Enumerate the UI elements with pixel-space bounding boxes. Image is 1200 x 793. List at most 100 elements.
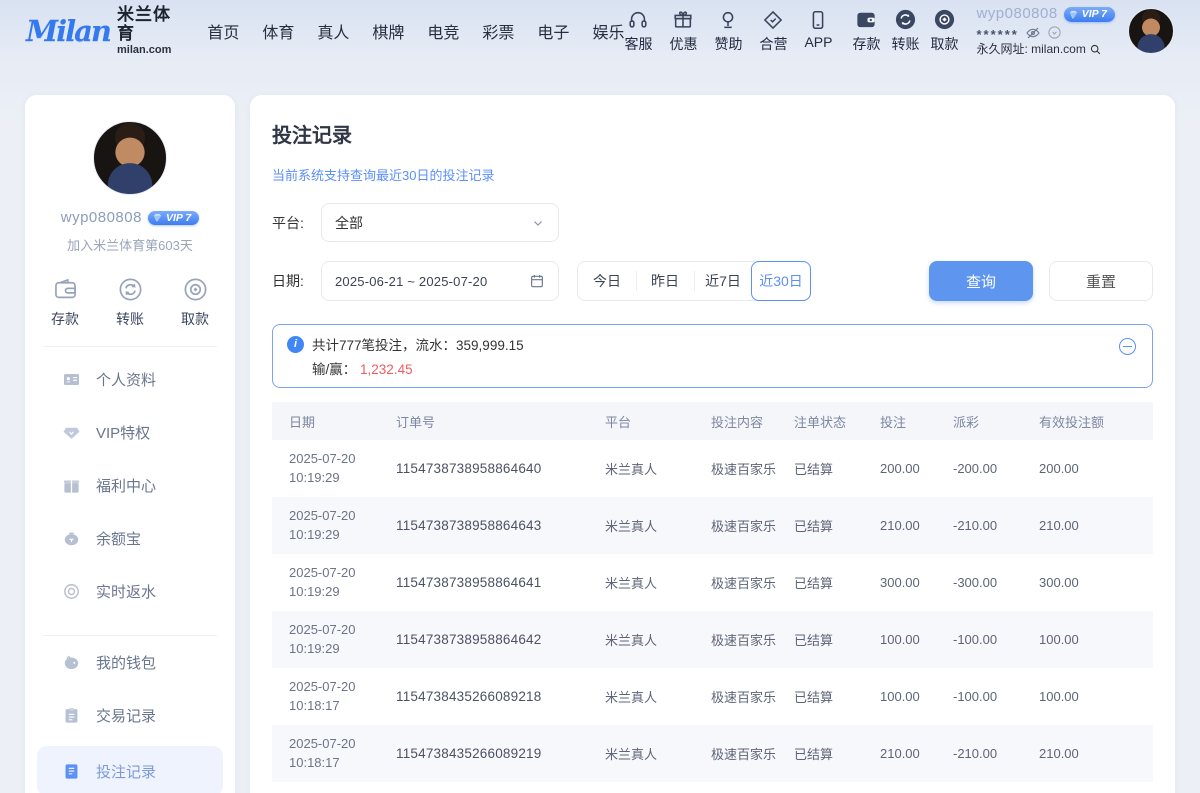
sidebar-item-vip[interactable]: VIP特权	[25, 406, 235, 459]
reset-button[interactable]: 重置	[1049, 261, 1153, 301]
nav-item[interactable]: 体育	[262, 19, 294, 43]
partner-icon	[762, 8, 784, 31]
withdraw-icon	[182, 276, 209, 303]
nav-item[interactable]: 棋牌	[372, 19, 404, 43]
sidebar-item-rebate[interactable]: 实时返水	[25, 565, 235, 618]
username: wyp080808	[61, 209, 142, 226]
table-row: 2025-07-2010:19:29 1154738738958864640 米…	[272, 440, 1153, 497]
cell-platform: 米兰真人	[588, 687, 694, 706]
cell-date: 2025-07-2010:19:29	[272, 507, 379, 543]
sidebar: wyp080808 VIP 7 加入米兰体育第603天 存款 转账 取款	[25, 95, 235, 793]
cell-content: 极速百家乐	[694, 744, 777, 763]
sidebar-item-yuebao[interactable]: 余额宝	[25, 512, 235, 565]
transfer-icon	[894, 8, 917, 31]
benefits-icon	[62, 476, 81, 495]
avatar[interactable]	[1128, 8, 1174, 54]
cell-date: 2025-07-2010:18:17	[272, 735, 379, 771]
cell-valid-bet: 210.00	[1022, 746, 1153, 761]
bet-records-table: 日期 订单号 平台 投注内容 注单状态 投注 派彩 有效投注额 2025-07-…	[272, 402, 1153, 782]
nav-item[interactable]: 电子	[537, 19, 569, 43]
brand-logo-script: Milan	[26, 17, 110, 46]
date-label: 日期:	[272, 271, 321, 291]
promotions-link[interactable]: 优惠	[669, 8, 697, 54]
brand-logo[interactable]: Milan 米兰体育 milan.com	[26, 6, 183, 55]
magnifier-icon[interactable]	[1089, 43, 1102, 56]
partner-link[interactable]: 合营	[759, 8, 787, 54]
app-link[interactable]: APP	[804, 8, 832, 54]
sidebar-quick-actions: 存款 转账 取款	[25, 276, 235, 329]
sidebar-item-profile[interactable]: 个人资料	[25, 353, 235, 406]
my-wallet-icon	[62, 653, 81, 672]
sidebar-item-benefits[interactable]: 福利中心	[25, 459, 235, 512]
cell-date: 2025-07-2010:19:29	[272, 564, 379, 600]
quick-range-group: 今日 昨日 近7日 近30日	[577, 261, 811, 301]
cell-bet: 200.00	[863, 461, 936, 476]
query-button[interactable]: 查询	[929, 261, 1033, 301]
cell-valid-bet: 100.00	[1022, 632, 1153, 647]
cell-payout: -300.00	[936, 575, 1022, 590]
vip-badge: VIP 7	[148, 211, 199, 225]
nav-item[interactable]: 电竞	[427, 19, 459, 43]
bet-records-icon	[62, 762, 81, 781]
nav-item[interactable]: 真人	[317, 19, 349, 43]
cell-status: 已结算	[777, 459, 863, 478]
sidebar-item-bet-records[interactable]: 投注记录	[37, 746, 223, 793]
nav-item[interactable]: 娱乐	[592, 19, 624, 43]
deposit-action[interactable]: 存款	[51, 276, 79, 329]
support-link[interactable]: 客服	[624, 8, 652, 54]
cell-platform: 米兰真人	[588, 573, 694, 592]
date-range-input[interactable]: 2025-06-21 ~ 2025-07-20	[321, 261, 559, 301]
cell-content: 极速百家乐	[694, 573, 777, 592]
range-7days-button[interactable]: 近7日	[694, 262, 752, 300]
table-row: 2025-07-2010:18:17 1154738435266089218 米…	[272, 668, 1153, 725]
table-row: 2025-07-2010:19:29 1154738738958864643 米…	[272, 497, 1153, 554]
platform-select[interactable]: 全部	[321, 203, 559, 242]
col-platform: 平台	[588, 412, 694, 431]
platform-label: 平台:	[272, 213, 321, 233]
cell-content: 极速百家乐	[694, 630, 777, 649]
range-yesterday-button[interactable]: 昨日	[636, 262, 694, 300]
wallet-icon	[52, 276, 79, 303]
transactions-icon	[62, 706, 81, 725]
gift-icon	[672, 8, 694, 31]
main-nav: 首页体育真人棋牌电竞彩票电子娱乐	[207, 19, 624, 43]
turnover-value: 359,999.15	[456, 338, 524, 353]
nav-item[interactable]: 彩票	[482, 19, 514, 43]
diamond-icon	[152, 212, 163, 223]
user-info-block: wyp080808 VIP 7 ****** 永久网址: milan.com	[976, 5, 1115, 57]
cell-status: 已结算	[777, 516, 863, 535]
username[interactable]: wyp080808	[976, 5, 1057, 24]
winloss-value: 1,232.45	[360, 362, 413, 377]
collapse-icon[interactable]	[1119, 338, 1136, 355]
cell-order-id: 1154738738958864643	[379, 518, 588, 533]
cell-platform: 米兰真人	[588, 516, 694, 535]
cell-valid-bet: 210.00	[1022, 518, 1153, 533]
cell-content: 极速百家乐	[694, 687, 777, 706]
withdraw-action[interactable]: 取款	[181, 276, 209, 329]
withdraw-icon	[933, 8, 956, 31]
withdraw-link[interactable]: 取款	[930, 8, 958, 54]
deposit-link[interactable]: 存款	[852, 8, 880, 54]
transfer-action[interactable]: 转账	[116, 276, 144, 329]
calendar-icon	[529, 273, 545, 289]
sidebar-item-transactions[interactable]: 交易记录	[25, 689, 235, 742]
eye-off-icon[interactable]	[1025, 25, 1041, 41]
sponsor-link[interactable]: 赞助	[714, 8, 742, 54]
sidebar-item-wallet[interactable]: 我的钱包	[25, 636, 235, 689]
avatar	[93, 121, 167, 195]
brand-name-cn: 米兰体育	[117, 6, 183, 43]
headset-icon	[627, 8, 649, 31]
range-30days-button[interactable]: 近30日	[751, 261, 811, 301]
transfer-link[interactable]: 转账	[891, 8, 919, 54]
nav-item[interactable]: 首页	[207, 19, 239, 43]
id-card-icon	[62, 370, 81, 389]
range-today-button[interactable]: 今日	[578, 262, 636, 300]
cell-platform: 米兰真人	[588, 459, 694, 478]
cell-valid-bet: 300.00	[1022, 575, 1153, 590]
wallet-icon	[854, 8, 878, 31]
cell-order-id: 1154738738958864640	[379, 461, 588, 476]
verify-circle-icon[interactable]	[1047, 25, 1062, 40]
table-body: 2025-07-2010:19:29 1154738738958864640 米…	[272, 440, 1153, 782]
cell-status: 已结算	[777, 744, 863, 763]
top-navigation-bar: Milan 米兰体育 milan.com 首页体育真人棋牌电竞彩票电子娱乐 客服…	[0, 0, 1200, 62]
